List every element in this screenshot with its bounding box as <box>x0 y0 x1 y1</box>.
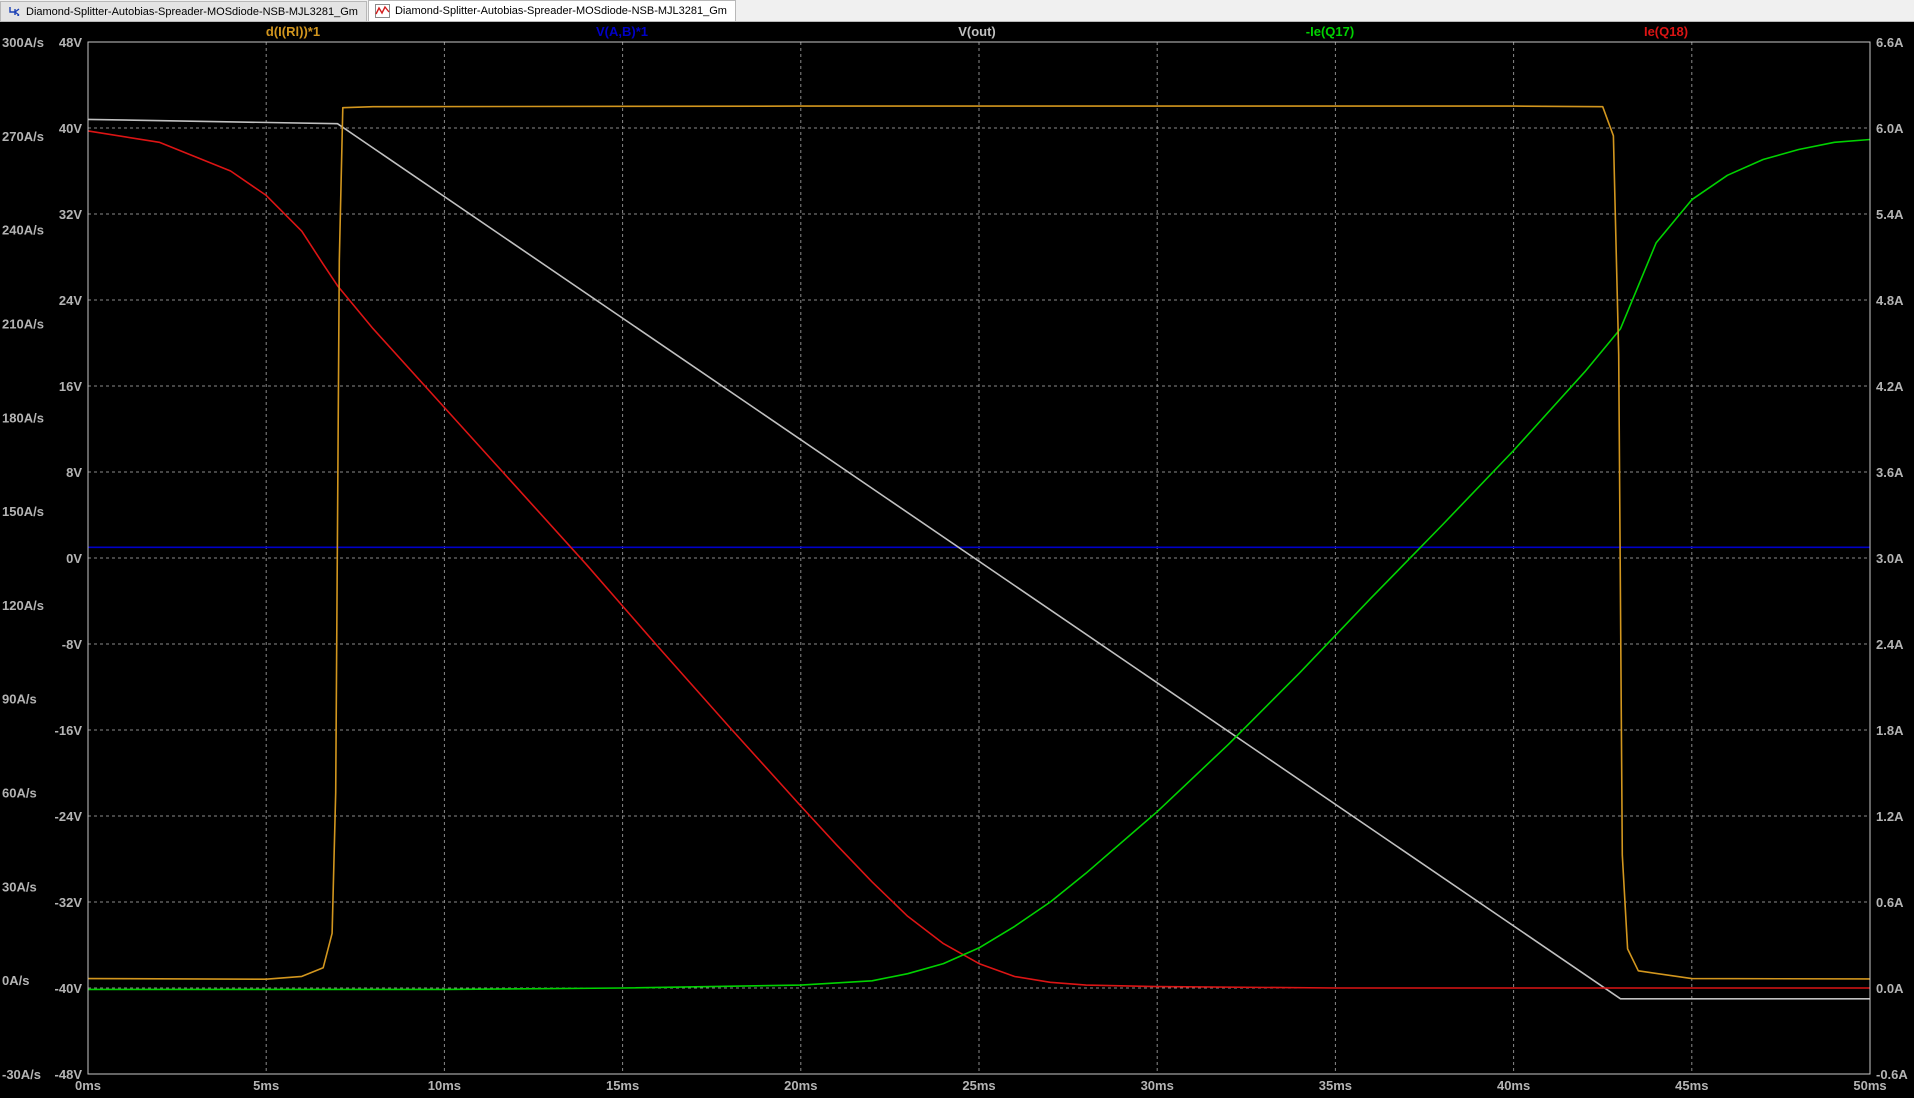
x-tick-label: 20ms <box>784 1078 817 1093</box>
tab-waveform-label: Diamond-Splitter-Autobias-Spreader-MOSdi… <box>394 5 727 17</box>
right-tick-label: 5.4A <box>1876 207 1904 222</box>
right-tick-label: 1.2A <box>1876 809 1904 824</box>
x-tick-label: 5ms <box>253 1078 279 1093</box>
left-outer-tick-label: 300A/s <box>2 35 44 50</box>
legend-label: V(out) <box>958 24 996 39</box>
left-outer-tick-label: 0A/s <box>2 973 29 988</box>
left-outer-tick-label: 120A/s <box>2 598 44 613</box>
right-tick-label: 6.6A <box>1876 35 1904 50</box>
left-inner-tick-label: 24V <box>59 293 82 308</box>
tab-schematic[interactable]: Diamond-Splitter-Autobias-Spreader-MOSdi… <box>0 1 367 21</box>
left-inner-tick-label: -16V <box>55 723 83 738</box>
legend-label: Ie(Q18) <box>1644 24 1688 39</box>
left-inner-tick-label: -32V <box>55 895 83 910</box>
left-inner-tick-label: 16V <box>59 379 82 394</box>
left-outer-tick-label: 150A/s <box>2 504 44 519</box>
schematic-icon <box>7 5 21 19</box>
left-outer-tick-label: 30A/s <box>2 879 37 894</box>
tab-schematic-label: Diamond-Splitter-Autobias-Spreader-MOSdi… <box>26 5 358 18</box>
left-inner-tick-label: 40V <box>59 121 82 136</box>
left-inner-tick-label: -48V <box>55 1067 83 1082</box>
left-outer-tick-label: 270A/s <box>2 129 44 144</box>
x-tick-label: 15ms <box>606 1078 639 1093</box>
x-tick-label: 10ms <box>428 1078 461 1093</box>
trace-legend: d(I(Rl))*1 V(A,B)*1 V(out) -Ie(Q17) Ie(Q18) <box>266 24 1688 39</box>
tab-waveform[interactable]: Diamond-Splitter-Autobias-Spreader-MOSdi… <box>367 0 736 21</box>
left-outer-tick-label: 210A/s <box>2 316 44 331</box>
left-inner-tick-label: 0V <box>66 551 82 566</box>
x-tick-label: 25ms <box>962 1078 995 1093</box>
right-tick-label: 3.6A <box>1876 465 1904 480</box>
left-outer-tick-label: -30A/s <box>2 1067 41 1082</box>
left-outer-tick-label: 240A/s <box>2 223 44 238</box>
legend-label: d(I(Rl))*1 <box>266 24 320 39</box>
right-tick-label: 3.0A <box>1876 551 1904 566</box>
x-tick-label: 35ms <box>1319 1078 1352 1093</box>
left-inner-tick-label: 48V <box>59 35 82 50</box>
right-tick-label: 2.4A <box>1876 637 1904 652</box>
waveform-icon <box>374 4 390 18</box>
document-tab-bar: Diamond-Splitter-Autobias-Spreader-MOSdi… <box>0 0 1914 22</box>
right-tick-label: 1.8A <box>1876 723 1904 738</box>
x-tick-label: 40ms <box>1497 1078 1530 1093</box>
left-inner-tick-label: 8V <box>66 465 82 480</box>
waveform-plot[interactable]: 0ms 5ms 10ms 15ms 20ms 25ms 30ms 35ms 40ms 45ms 50… <box>0 22 1914 1098</box>
left-outer-tick-label: 60A/s <box>2 786 37 801</box>
left-inner-tick-label: -8V <box>62 637 83 652</box>
left-outer-tick-label: 90A/s <box>2 692 37 707</box>
left-outer-tick-label: 180A/s <box>2 410 44 425</box>
axis-tick-labels: 0ms 5ms 10ms 15ms 20ms 25ms 30ms 35ms 40ms 45ms 50… <box>2 35 1908 1093</box>
left-inner-tick-label: -24V <box>55 809 83 824</box>
left-inner-tick-label: 32V <box>59 207 82 222</box>
left-inner-tick-label: -40V <box>55 981 83 996</box>
legend-label: -Ie(Q17) <box>1306 24 1354 39</box>
right-tick-label: 4.8A <box>1876 293 1904 308</box>
right-tick-label: -0.6A <box>1876 1067 1908 1082</box>
x-tick-label: 30ms <box>1141 1078 1174 1093</box>
right-tick-label: 4.2A <box>1876 379 1904 394</box>
plot-grid <box>88 42 1870 1074</box>
x-tick-label: 45ms <box>1675 1078 1708 1093</box>
right-tick-label: 0.6A <box>1876 895 1904 910</box>
legend-label: V(A,B)*1 <box>596 24 648 39</box>
right-tick-label: 6.0A <box>1876 121 1904 136</box>
right-tick-label: 0.0A <box>1876 981 1904 996</box>
